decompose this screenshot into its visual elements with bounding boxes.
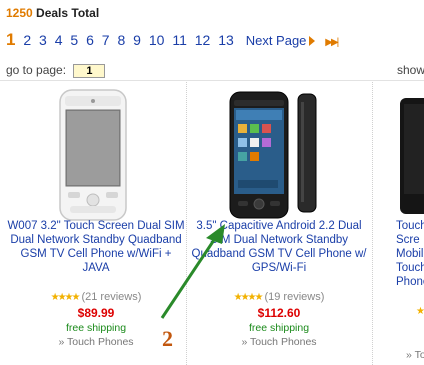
annotation-number: 2 (162, 326, 173, 351)
annotation-arrow-line (160, 233, 220, 319)
annotation-arrow-head (206, 224, 225, 244)
annotation-arrow (160, 224, 225, 319)
